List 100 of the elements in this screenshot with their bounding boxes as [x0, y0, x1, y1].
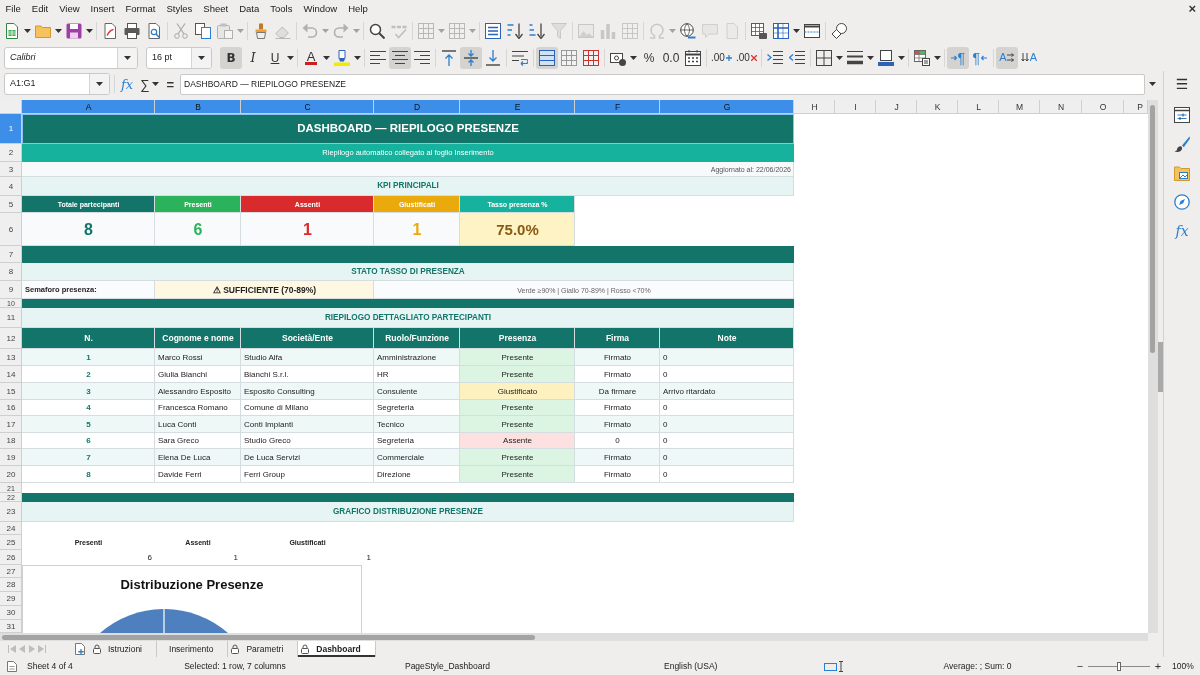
zoom-in-button[interactable]: +	[1153, 660, 1163, 672]
row-header[interactable]: 31	[0, 620, 22, 633]
bold-button[interactable]: B	[220, 46, 242, 69]
row-header[interactable]: 25	[0, 535, 22, 550]
scrollbar-thumb[interactable]	[2, 634, 535, 640]
caret-icon[interactable]	[96, 82, 103, 86]
row-header[interactable]: 13	[0, 349, 22, 366]
row-header[interactable]: 6	[0, 213, 22, 246]
caret-icon[interactable]	[866, 55, 874, 60]
menu-item[interactable]: Styles	[160, 2, 198, 15]
row-header[interactable]: 28	[0, 578, 22, 592]
menu-item[interactable]: View	[53, 2, 86, 15]
column-header[interactable]: J	[876, 100, 917, 114]
zoom-out-button[interactable]: −	[1075, 660, 1085, 672]
font-size-field[interactable]: 16 pt	[146, 46, 212, 69]
menu-item[interactable]: Insert	[85, 2, 120, 15]
merge-center-button[interactable]	[536, 46, 558, 69]
menu-button[interactable]: ☰	[1175, 71, 1189, 97]
column-header[interactable]: F	[575, 100, 660, 114]
column-header[interactable]: L	[958, 100, 999, 114]
formula-button[interactable]: =	[166, 77, 175, 91]
menu-item[interactable]: Sheet	[197, 2, 234, 15]
column-header[interactable]: M	[999, 100, 1040, 114]
dropdown-button[interactable]	[89, 74, 109, 94]
caret-icon[interactable]	[897, 55, 905, 60]
menu-item[interactable]: Data	[233, 2, 265, 15]
language-label[interactable]: English (USA)	[664, 659, 718, 673]
row-header[interactable]: 27	[0, 565, 22, 578]
row-header[interactable]: 5	[0, 196, 22, 213]
menu-item[interactable]: Window	[297, 2, 343, 15]
column-header[interactable]: N	[1040, 100, 1082, 114]
caret-icon[interactable]	[198, 55, 205, 60]
row-header[interactable]: 3	[0, 162, 22, 177]
align-center-button[interactable]	[389, 46, 411, 69]
dropdown-button[interactable]	[191, 47, 211, 68]
row-header[interactable]: 23	[0, 502, 22, 522]
name-box-field[interactable]: A1:G1	[4, 73, 110, 95]
column-header[interactable]: O	[1082, 100, 1124, 114]
font-color-button[interactable]: A	[300, 46, 322, 69]
rectangle-cursor-icon[interactable]	[824, 660, 844, 672]
column-header[interactable]: C	[241, 100, 374, 114]
menu-item[interactable]: Help	[342, 2, 374, 15]
italic-button[interactable]: I	[242, 46, 264, 69]
font-name-field[interactable]: Calibri	[4, 46, 138, 69]
caret-icon[interactable]	[793, 28, 800, 33]
menu-item[interactable]: File	[0, 2, 27, 15]
close-button[interactable]: ×	[1188, 2, 1196, 15]
text-vertical-button[interactable]: A	[1017, 46, 1040, 69]
document-plus-icon[interactable]	[75, 643, 85, 655]
row-header[interactable]: 29	[0, 592, 22, 606]
column-header[interactable]: H	[794, 100, 835, 114]
caret-icon[interactable]	[835, 55, 843, 60]
row-header[interactable]: 19	[0, 449, 22, 466]
delete-decimal-button[interactable]: .00	[733, 46, 759, 69]
menu-item[interactable]: Edit	[26, 2, 54, 15]
slider-thumb[interactable]	[1117, 661, 1121, 671]
dropdown-button[interactable]	[117, 47, 137, 68]
caret-icon[interactable]	[1149, 82, 1156, 86]
formula-input[interactable]: DASHBOARD — RIEPILOGO PRESENZE	[180, 73, 1145, 95]
chart-frame[interactable]: Distribuzione Presenze	[22, 565, 362, 633]
rtl-button[interactable]: ¶	[968, 46, 991, 69]
scrollbar-thumb[interactable]	[1150, 105, 1155, 353]
row-header[interactable]: 26	[0, 550, 22, 565]
row-header[interactable]: 16	[0, 400, 22, 416]
row-header[interactable]: 30	[0, 606, 22, 620]
scrollbar[interactable]	[1148, 100, 1158, 633]
column-header[interactable]: P	[1124, 100, 1148, 114]
percent-button[interactable]: %	[638, 46, 660, 69]
caret-icon[interactable]	[630, 55, 637, 60]
row-header[interactable]: 8	[0, 263, 22, 281]
row-header[interactable]: 7	[0, 246, 22, 263]
menu-item[interactable]: Format	[119, 2, 161, 15]
caret-icon[interactable]	[287, 55, 294, 60]
row-header[interactable]: 24	[0, 522, 22, 535]
underline-button[interactable]: U	[264, 46, 286, 69]
number-button[interactable]: 0.0	[660, 46, 682, 69]
caret-icon[interactable]	[124, 55, 131, 60]
caret-icon[interactable]	[152, 82, 160, 86]
caret-icon[interactable]	[933, 55, 941, 60]
align-middle-button[interactable]	[460, 46, 482, 69]
add-decimal-button[interactable]: .00	[709, 46, 734, 69]
row-header[interactable]: 11	[0, 308, 22, 328]
sheet-tab[interactable]: Dashboard	[298, 641, 376, 657]
caret-icon[interactable]	[354, 55, 361, 60]
column-header[interactable]: G	[660, 100, 794, 114]
row-header[interactable]: 12	[0, 328, 22, 349]
functions-button[interactable]: fx	[1175, 223, 1189, 239]
caret-icon[interactable]	[323, 55, 330, 60]
row-header[interactable]: 4	[0, 177, 22, 196]
caret-icon[interactable]	[24, 28, 31, 33]
compass-icon[interactable]	[1174, 194, 1190, 210]
column-header[interactable]: I	[835, 100, 876, 114]
row-header[interactable]: 2	[0, 144, 22, 162]
column-header[interactable]: A	[22, 100, 155, 114]
column-header[interactable]: K	[917, 100, 958, 114]
sheet-tab[interactable]: Inserimento	[157, 641, 229, 657]
caret-icon[interactable]	[55, 28, 62, 33]
column-header[interactable]: B	[155, 100, 241, 114]
row-header[interactable]: 17	[0, 416, 22, 433]
folder-image-icon[interactable]	[1174, 165, 1190, 181]
